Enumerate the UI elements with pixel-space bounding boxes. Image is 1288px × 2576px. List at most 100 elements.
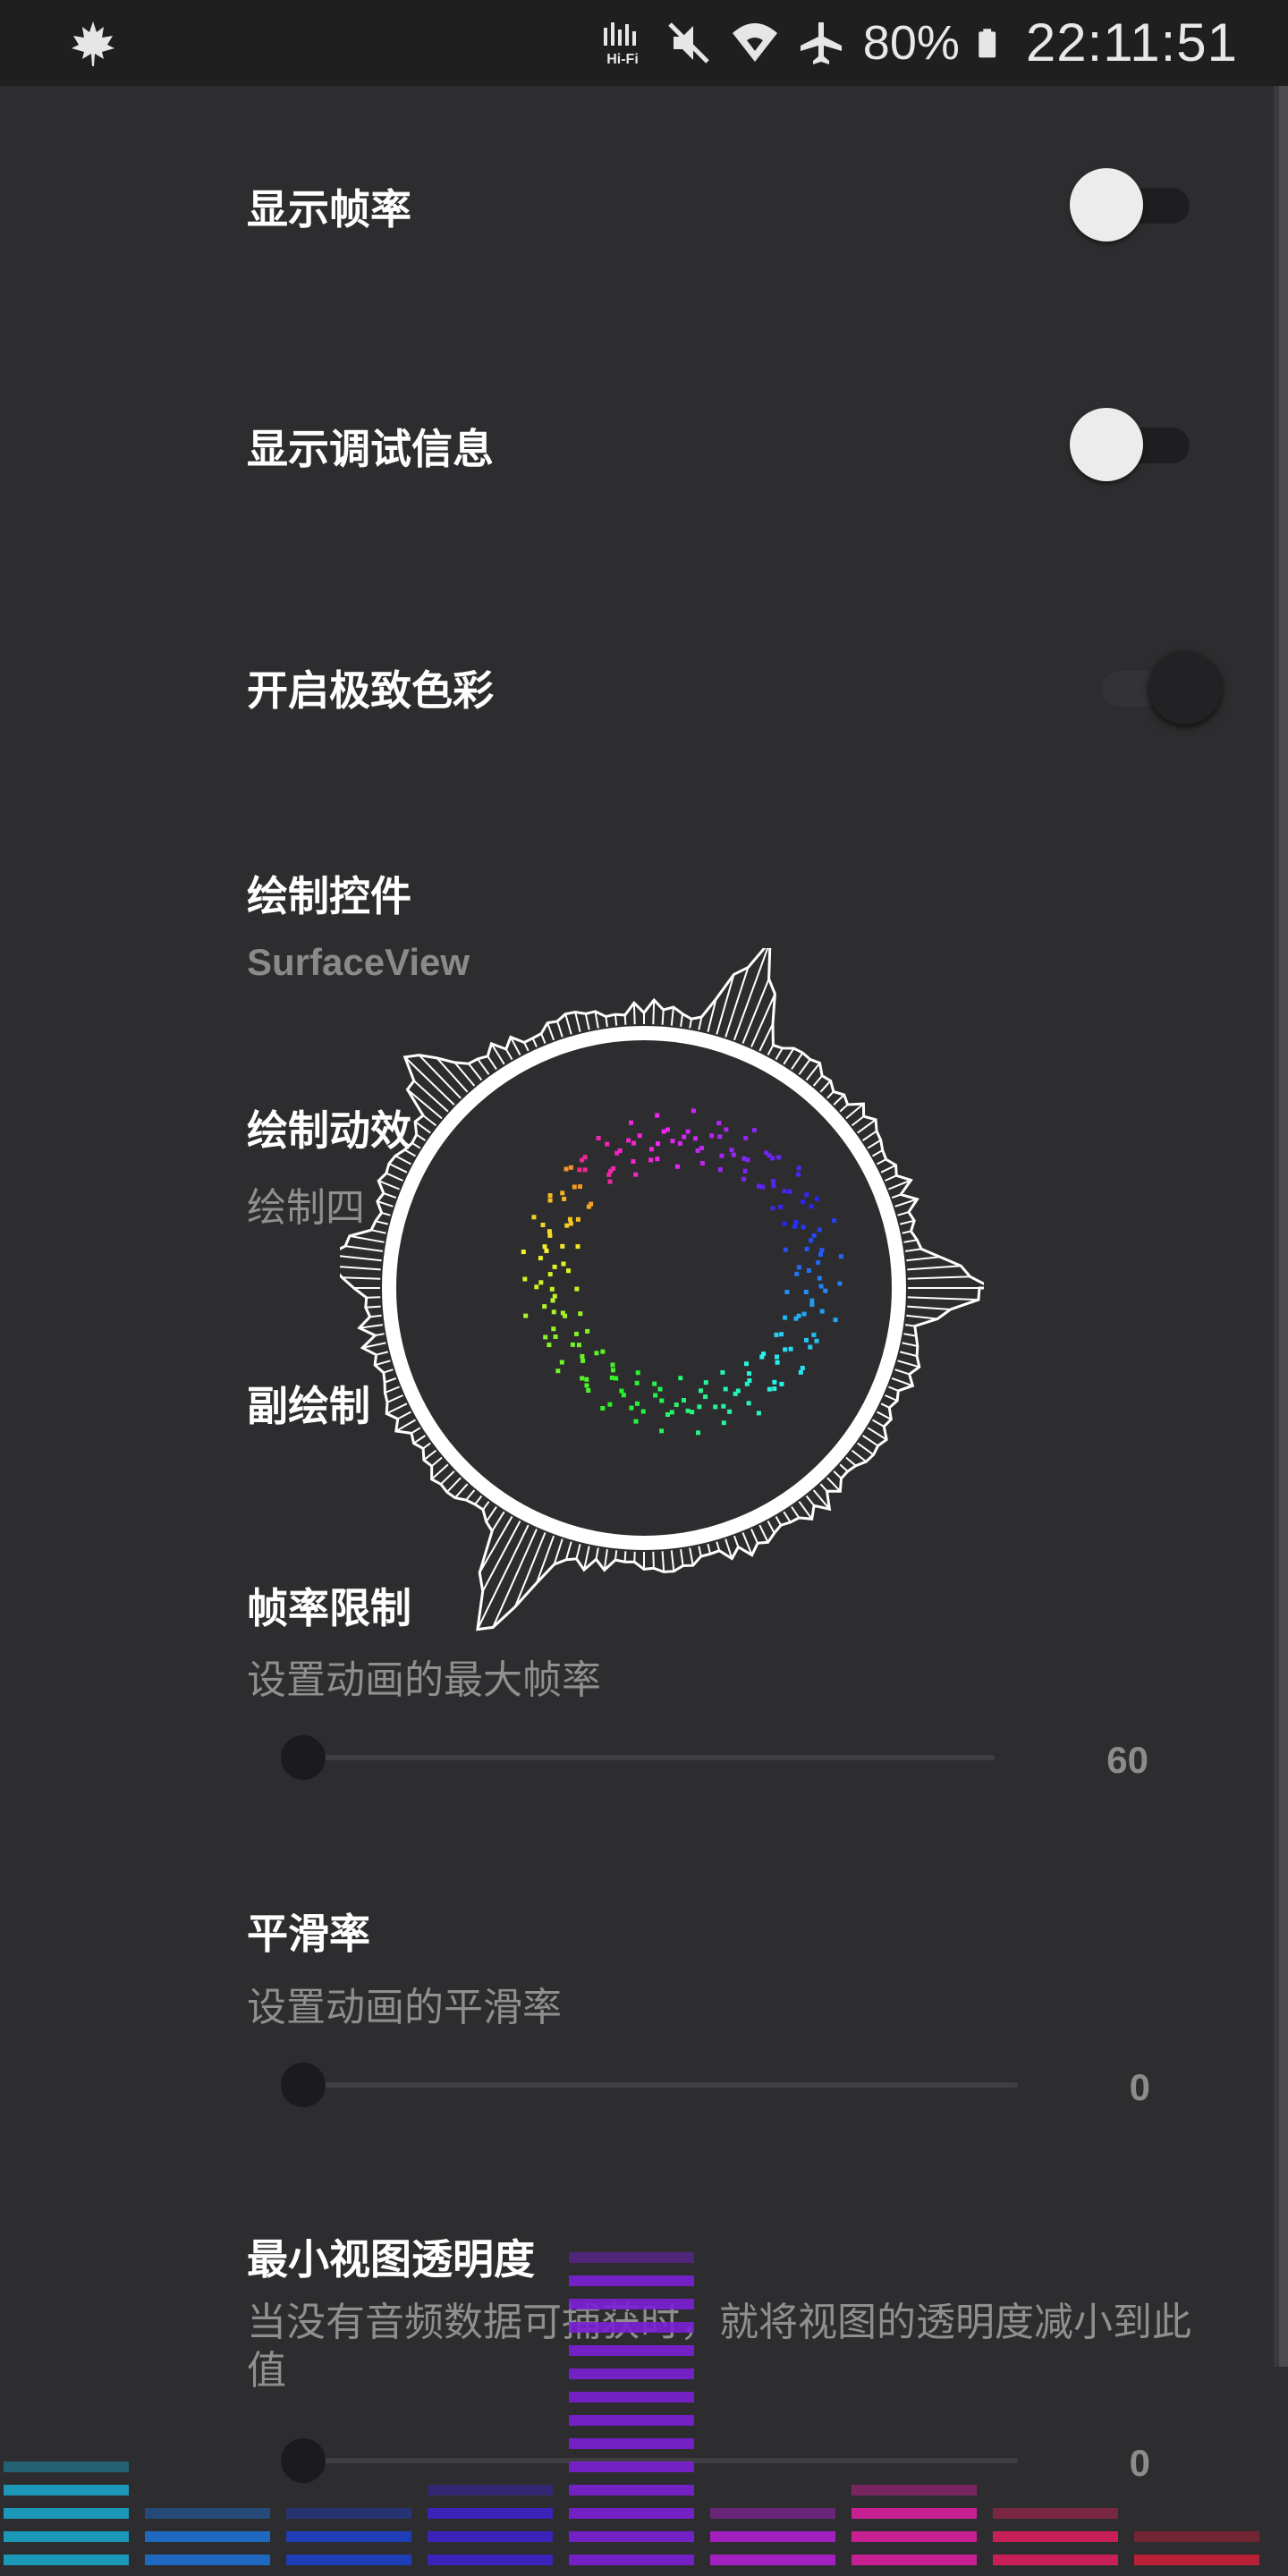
extreme-color-switch[interactable] bbox=[1102, 648, 1227, 728]
waveform-line bbox=[894, 1368, 911, 1376]
maple-leaf-icon bbox=[72, 21, 114, 66]
waveform-line bbox=[564, 1013, 572, 1035]
waveform-line bbox=[698, 1016, 703, 1030]
particle-dot bbox=[719, 1153, 724, 1158]
fps-limit-slider-track[interactable] bbox=[302, 1755, 995, 1760]
particle-dot bbox=[741, 1176, 747, 1182]
spectrum-bar-segment bbox=[428, 2485, 553, 2496]
waveform-line bbox=[716, 974, 735, 1035]
waveform-line bbox=[614, 1550, 618, 1561]
particle-dot bbox=[631, 1140, 637, 1146]
waveform-line bbox=[386, 1394, 403, 1403]
smoothing-title: 平滑率 bbox=[247, 1910, 370, 1958]
waveform-line bbox=[680, 1548, 684, 1566]
particle-dot bbox=[540, 1223, 546, 1227]
waveform-line bbox=[897, 1211, 910, 1216]
spectrum-bar-segment bbox=[428, 2531, 553, 2542]
spectrum-bar-segment bbox=[286, 2531, 411, 2542]
particle-dot bbox=[640, 1409, 646, 1414]
waveform-line bbox=[871, 1419, 885, 1428]
particle-dot bbox=[549, 1286, 555, 1292]
particle-dot bbox=[682, 1134, 687, 1140]
waveform-line bbox=[523, 1042, 530, 1052]
particle-dot bbox=[685, 1129, 691, 1134]
spectrum-bar-segment bbox=[4, 2555, 129, 2565]
scroll-thumb[interactable] bbox=[1279, 86, 1288, 2367]
particle-dot bbox=[572, 1184, 577, 1190]
waveform-line bbox=[632, 1003, 636, 1025]
waveform-line bbox=[670, 1550, 675, 1572]
particle-dot bbox=[756, 1411, 761, 1416]
waveform-line bbox=[798, 1501, 813, 1520]
particle-dot bbox=[691, 1108, 696, 1114]
particle-dot bbox=[793, 1219, 799, 1224]
waveform-line bbox=[385, 1385, 400, 1394]
waveform-line bbox=[791, 1506, 801, 1519]
spectrum-bar-segment bbox=[852, 2555, 977, 2565]
smoothing-slider-thumb[interactable] bbox=[281, 2063, 326, 2107]
waveform-line bbox=[431, 1456, 443, 1467]
waveform-line bbox=[741, 979, 770, 1044]
waveform-line bbox=[440, 1470, 455, 1486]
particle-dot bbox=[699, 1388, 703, 1394]
waveform-line bbox=[851, 1449, 868, 1462]
waveform-line bbox=[877, 1158, 887, 1165]
waveform-line bbox=[349, 1234, 385, 1243]
waveform-line bbox=[342, 1276, 381, 1280]
particle-dot bbox=[804, 1192, 809, 1198]
spectrum-bar-segment bbox=[569, 2415, 694, 2426]
waveform-line bbox=[381, 1211, 391, 1216]
spectrum-bar-segment bbox=[569, 2275, 694, 2286]
spectrum-bar-segment bbox=[569, 2299, 694, 2309]
particle-dot bbox=[575, 1216, 580, 1222]
draw-widget-title[interactable]: 绘制控件 bbox=[247, 864, 411, 923]
particle-dot bbox=[523, 1313, 529, 1318]
particle-dot bbox=[801, 1199, 806, 1205]
wifi-icon bbox=[732, 23, 777, 62]
show-debug-title: 显示调试信息 bbox=[247, 425, 494, 473]
waveform-line bbox=[783, 1047, 795, 1065]
spectrum-bar-segment bbox=[145, 2508, 270, 2519]
waveform-line bbox=[689, 1547, 694, 1566]
particle-dot bbox=[580, 1358, 586, 1363]
waveform-line bbox=[661, 1009, 665, 1025]
smoothing-slider-track[interactable] bbox=[302, 2082, 1018, 2088]
waveform-line bbox=[885, 1174, 897, 1182]
particle-dot bbox=[576, 1343, 581, 1348]
particle-dot bbox=[550, 1298, 555, 1303]
waveform-line bbox=[845, 1103, 865, 1120]
waveform-line bbox=[504, 1048, 513, 1061]
waveform-line bbox=[374, 1360, 391, 1367]
waveform-line bbox=[907, 1296, 979, 1301]
particle-dot bbox=[553, 1335, 558, 1339]
particle-dot bbox=[716, 1121, 722, 1126]
particle-dot bbox=[634, 1380, 640, 1385]
status-bar: Hi-Fi 80% 22:11:51 bbox=[0, 0, 1288, 86]
waveform-line bbox=[454, 1483, 469, 1499]
show-debug-switch[interactable] bbox=[1070, 404, 1195, 485]
waveform-line bbox=[344, 1245, 384, 1252]
particle-dot bbox=[586, 1388, 591, 1393]
particle-dot bbox=[819, 1309, 825, 1314]
particle-dot bbox=[796, 1172, 801, 1177]
waveform-line bbox=[707, 1543, 712, 1555]
fps-limit-slider-thumb[interactable] bbox=[281, 1735, 326, 1780]
waveform-line bbox=[531, 1038, 538, 1047]
show-fps-switch[interactable] bbox=[1070, 165, 1195, 245]
particle-dot bbox=[693, 1136, 698, 1141]
particle-dot bbox=[770, 1206, 775, 1211]
particle-dot bbox=[544, 1249, 549, 1253]
particle-dot bbox=[733, 1391, 738, 1396]
particle-dot bbox=[617, 1148, 623, 1153]
waveform-line bbox=[491, 1511, 505, 1532]
waveform-line bbox=[652, 999, 656, 1025]
particle-dot bbox=[652, 1381, 657, 1386]
fps-limit-value: 60 bbox=[1106, 1739, 1148, 1781]
particle-dot bbox=[806, 1268, 811, 1273]
waveform-line bbox=[416, 1133, 426, 1141]
waveform-line bbox=[477, 1524, 530, 1631]
switch-thumb bbox=[1070, 408, 1143, 481]
particle-dot bbox=[818, 1284, 824, 1289]
waveform-line bbox=[775, 1047, 784, 1061]
waveform-line bbox=[366, 1296, 381, 1299]
